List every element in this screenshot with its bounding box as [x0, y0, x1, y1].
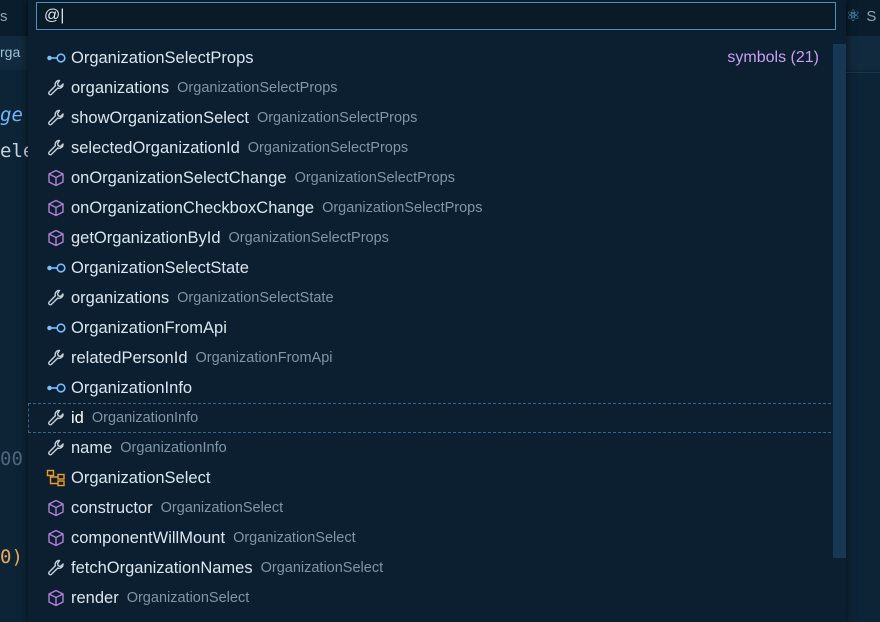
- wrench-icon: [45, 288, 67, 308]
- cube-icon: [45, 198, 67, 218]
- symbol-label: componentWillMount: [71, 528, 226, 547]
- wrench-icon: [45, 138, 67, 158]
- symbol-row[interactable]: fetchOrganizationNames OrganizationSelect: [28, 553, 846, 583]
- symbol-label: relatedPersonId: [71, 348, 188, 367]
- wrench-icon: [45, 408, 67, 428]
- symbol-row[interactable]: OrganizationSelectState: [28, 253, 846, 283]
- tab-right-fragment[interactable]: ⚛ S: [846, 6, 876, 26]
- symbol-container-label: OrganizationSelectProps: [294, 170, 455, 186]
- symbol-row[interactable]: relatedPersonId OrganizationFromApi: [28, 343, 846, 373]
- cube-icon: [45, 528, 67, 548]
- symbol-label: id: [71, 408, 84, 427]
- breadcrumb-fragment[interactable]: rga: [0, 44, 20, 60]
- wrench-icon: [45, 438, 67, 458]
- symbol-container-label: OrganizationFromApi: [195, 350, 333, 366]
- symbol-label: name: [71, 438, 113, 457]
- symbol-row[interactable]: onOrganizationSelectChange OrganizationSe…: [28, 163, 846, 193]
- interface-icon: [45, 48, 67, 68]
- symbol-row[interactable]: showOrganizationSelect OrganizationSelect…: [28, 103, 846, 133]
- symbol-container-label: OrganizationSelectProps: [322, 200, 483, 216]
- code-fragment: 00: [0, 448, 23, 470]
- symbol-row[interactable]: componentWillMount OrganizationSelect: [28, 523, 846, 553]
- symbol-container-label: OrganizationSelectProps: [256, 110, 418, 126]
- quick-pick-input[interactable]: [37, 3, 835, 29]
- class-icon: [45, 468, 67, 488]
- code-fragment: 0): [0, 546, 23, 568]
- wrench-icon: [45, 78, 67, 98]
- symbol-container-label: OrganizationSelect: [233, 530, 356, 546]
- symbol-label: getOrganizationById: [71, 228, 221, 247]
- symbols-count-label: symbols (21): [727, 49, 819, 66]
- symbol-label: fetchOrganizationNames: [71, 558, 253, 577]
- symbol-row[interactable]: name OrganizationInfo: [28, 433, 846, 463]
- wrench-icon: [45, 558, 67, 578]
- wrench-icon: [45, 108, 67, 128]
- symbol-container-label: OrganizationSelectProps: [177, 80, 338, 96]
- symbol-row[interactable]: OrganizationFromApi: [28, 313, 846, 343]
- interface-icon: [45, 258, 67, 278]
- symbol-container-label: OrganizationSelect: [160, 500, 284, 516]
- interface-icon: [45, 318, 67, 338]
- symbol-container-label: OrganizationSelectProps: [228, 230, 389, 246]
- interface-icon: [45, 378, 67, 398]
- symbol-label: organizations: [71, 78, 170, 97]
- react-icon: ⚛: [846, 8, 861, 25]
- symbol-row[interactable]: getOrganizationById OrganizationSelectPro…: [28, 223, 846, 253]
- symbol-row[interactable]: OrganizationInfo: [28, 373, 846, 403]
- symbol-container-label: OrganizationSelectState: [177, 290, 334, 306]
- symbol-label: render: [71, 588, 119, 607]
- symbol-row[interactable]: render OrganizationSelect: [28, 583, 846, 613]
- symbol-row[interactable]: OrganizationSelect: [28, 463, 846, 493]
- symbol-label: onOrganizationSelectChange: [71, 168, 287, 187]
- symbol-label: OrganizationSelectProps: [71, 48, 254, 67]
- symbol-label: OrganizationInfo: [71, 378, 193, 397]
- cube-icon: [45, 498, 67, 518]
- divider: [846, 72, 880, 73]
- symbol-row[interactable]: organizations OrganizationSelectProps: [28, 73, 846, 103]
- symbol-row[interactable]: constructor OrganizationSelect: [28, 493, 846, 523]
- symbol-row[interactable]: id OrganizationInfo: [28, 403, 846, 433]
- symbol-container-label: OrganizationSelect: [126, 590, 250, 606]
- symbol-container-label: OrganizationSelectProps: [247, 140, 409, 156]
- symbol-label: organizations: [71, 288, 170, 307]
- symbol-row[interactable]: OrganizationSelectProps symbols (21): [28, 43, 846, 73]
- symbol-row[interactable]: selectedOrganizationId OrganizationSelect…: [28, 133, 846, 163]
- symbol-list: OrganizationSelectProps symbols (21) organ…: [28, 43, 846, 613]
- symbol-label: onOrganizationCheckboxChange: [71, 198, 315, 217]
- symbol-label: constructor: [71, 498, 153, 517]
- quick-pick-input-box[interactable]: [36, 2, 836, 30]
- symbol-label: OrganizationSelectState: [71, 258, 249, 277]
- tab-right-label: S: [866, 7, 877, 25]
- quick-pick-widget: OrganizationSelectProps symbols (21) organ…: [28, 0, 846, 622]
- symbol-label: OrganizationFromApi: [71, 318, 227, 337]
- symbol-row[interactable]: onOrganizationCheckboxChange Organization…: [28, 193, 846, 223]
- symbol-row[interactable]: organizations OrganizationSelectState: [28, 283, 846, 313]
- symbol-container-label: OrganizationInfo: [120, 440, 227, 456]
- symbol-container-label: OrganizationInfo: [91, 410, 199, 426]
- wrench-icon: [45, 348, 67, 368]
- symbol-label: showOrganizationSelect: [71, 108, 249, 127]
- symbol-label: selectedOrganizationId: [71, 138, 240, 157]
- symbol-container-label: OrganizationSelect: [260, 560, 384, 576]
- cube-icon: [45, 228, 67, 248]
- scrollbar[interactable]: [833, 44, 846, 558]
- cube-icon: [45, 588, 67, 608]
- cube-icon: [45, 168, 67, 188]
- code-fragment: ge: [0, 104, 23, 126]
- tab-left-fragment[interactable]: s: [0, 8, 8, 25]
- symbol-label: OrganizationSelect: [71, 468, 211, 487]
